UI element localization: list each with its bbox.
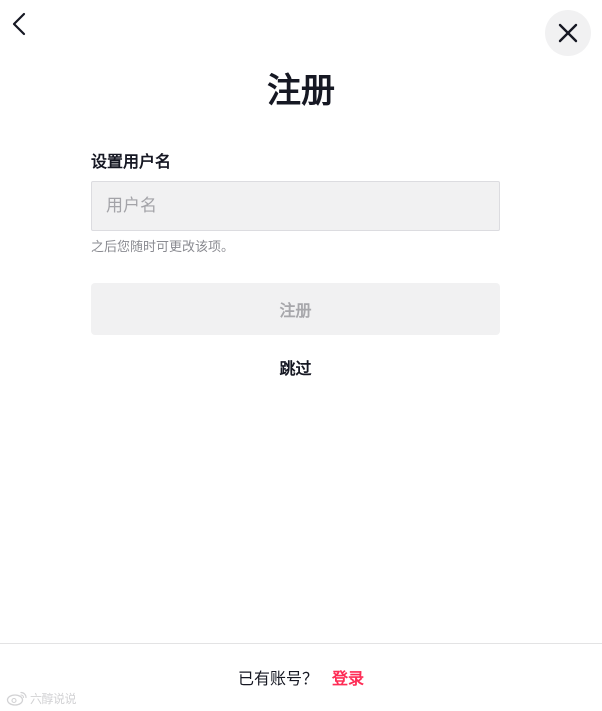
register-button[interactable]: 注册 (91, 283, 500, 335)
close-icon (558, 23, 578, 43)
back-button[interactable] (4, 8, 32, 40)
close-button[interactable] (545, 10, 591, 56)
username-input[interactable] (91, 181, 500, 231)
skip-link[interactable]: 跳过 (91, 357, 500, 381)
username-hint: 之后您随时可更改该项。 (91, 240, 235, 255)
weibo-icon (6, 691, 27, 706)
footer: 已有账号？ 登录 (0, 643, 602, 711)
watermark: 六醇说说 (6, 689, 77, 707)
watermark-text: 六醇说说 (30, 691, 77, 706)
username-label: 设置用户名 (91, 152, 172, 171)
login-link[interactable]: 登录 (332, 665, 364, 689)
has-account-text: 已有账号？ (237, 668, 318, 688)
page-title: 注册 (267, 71, 335, 111)
chevron-left-icon (12, 12, 26, 36)
register-form: 设置用户名 之后您随时可更改该项。 注册 跳过 (91, 150, 500, 381)
